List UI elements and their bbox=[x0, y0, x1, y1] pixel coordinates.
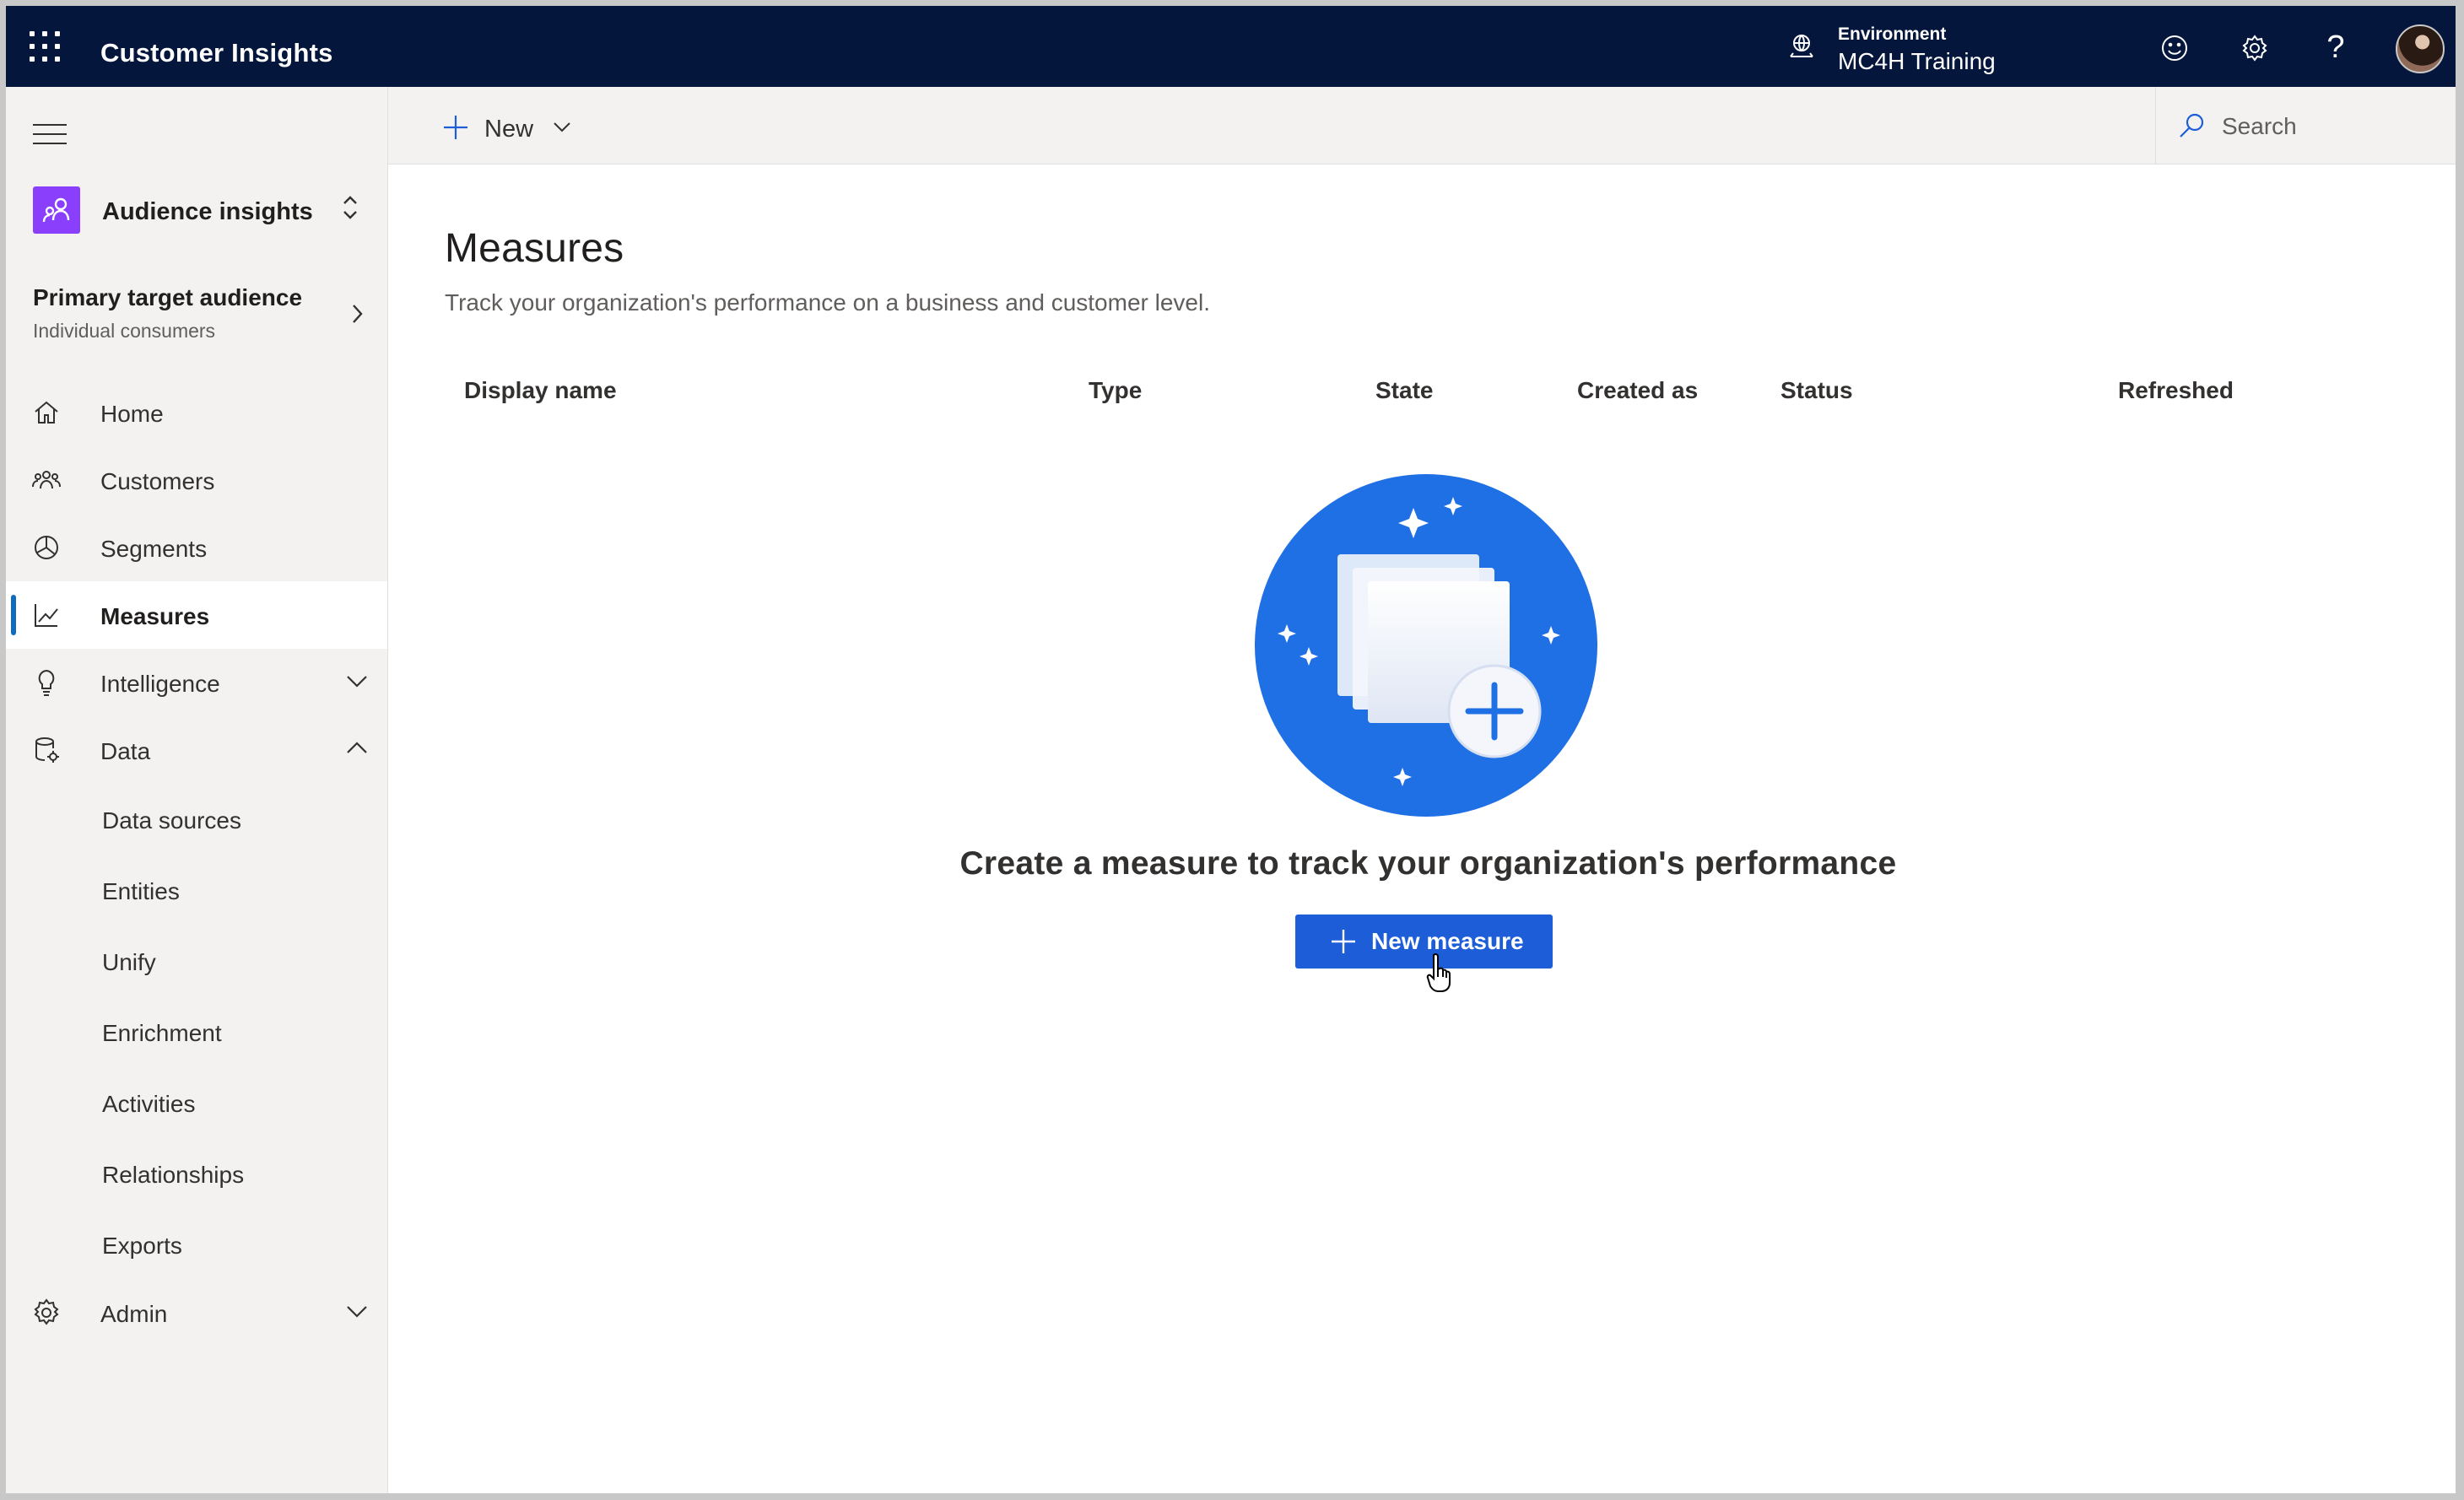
chevron-down-icon bbox=[347, 676, 367, 688]
sidebar-item-label: Measures bbox=[100, 603, 210, 629]
data-icon bbox=[35, 737, 59, 763]
sidebar-item-data[interactable]: Data bbox=[6, 716, 387, 784]
new-button[interactable]: New bbox=[442, 109, 577, 144]
new-measure-button[interactable]: New measure bbox=[1295, 915, 1553, 969]
sidebar-item-label: Data bbox=[100, 738, 151, 764]
empty-state-illustration bbox=[1255, 474, 1597, 817]
sidebar-item-home[interactable]: Home bbox=[6, 379, 387, 446]
page-title: Measures bbox=[445, 226, 624, 271]
sidebar-subitem-unify[interactable]: Unify bbox=[6, 927, 387, 995]
sidebar-subitem-exports[interactable]: Exports bbox=[6, 1211, 387, 1278]
sidebar-item-label: Customers bbox=[100, 468, 215, 494]
area-switcher[interactable]: Audience insights bbox=[33, 185, 379, 234]
command-bar: New Search bbox=[388, 87, 2456, 165]
waffle-icon[interactable] bbox=[30, 31, 60, 62]
gear-icon bbox=[34, 1298, 59, 1325]
search-input[interactable]: Search bbox=[2222, 113, 2297, 140]
sidebar-subitem-label: Exports bbox=[102, 1233, 182, 1259]
column-header-status[interactable]: Status bbox=[1780, 377, 1853, 404]
app-title[interactable]: Customer Insights bbox=[100, 38, 333, 68]
chevron-updown-icon bbox=[343, 196, 357, 219]
sidebar-item-label: Home bbox=[100, 401, 164, 427]
smile-icon[interactable] bbox=[2160, 34, 2189, 62]
environment-label[interactable]: Environment bbox=[1838, 24, 1946, 45]
sidebar-subitem-label: Activities bbox=[102, 1091, 196, 1117]
customers-icon bbox=[32, 471, 61, 489]
sidebar-item-customers[interactable]: Customers bbox=[6, 446, 387, 514]
column-header-type[interactable]: Type bbox=[1089, 377, 1142, 404]
sidebar-subitem-label: Unify bbox=[102, 949, 156, 975]
app-window: Customer Insights Environment MC4H Train… bbox=[6, 6, 2456, 1493]
sidebar-item-label: Admin bbox=[100, 1301, 168, 1327]
empty-state-title: Create a measure to track your organizat… bbox=[959, 845, 1897, 882]
page-description: Track your organization's performance on… bbox=[445, 289, 1210, 316]
home-icon bbox=[35, 401, 58, 424]
column-header-display-name[interactable]: Display name bbox=[464, 377, 617, 404]
search-icon bbox=[2180, 113, 2204, 138]
hamburger-icon[interactable] bbox=[33, 124, 67, 146]
sidebar-subitem-data-sources[interactable]: Data sources bbox=[6, 785, 387, 853]
plus-icon bbox=[1332, 930, 1355, 953]
sidebar-item-label: Segments bbox=[100, 536, 208, 562]
environment-name[interactable]: MC4H Training bbox=[1838, 48, 1996, 75]
measures-icon bbox=[35, 604, 58, 627]
sidebar-item-segments[interactable]: Segments bbox=[6, 514, 387, 581]
sidebar-item-label: Intelligence bbox=[100, 671, 220, 697]
column-header-state[interactable]: State bbox=[1375, 377, 1433, 404]
segments-icon bbox=[35, 536, 58, 559]
column-header-created-as[interactable]: Created as bbox=[1577, 377, 1698, 404]
chevron-down-icon bbox=[554, 122, 570, 132]
top-bar: Customer Insights Environment MC4H Train… bbox=[6, 6, 2456, 87]
search-box[interactable]: Search bbox=[2155, 87, 2456, 165]
sidebar-subitem-label: Entities bbox=[102, 878, 180, 904]
sidebar-item-admin[interactable]: Admin bbox=[6, 1279, 387, 1346]
sidebar-subitem-label: Enrichment bbox=[102, 1020, 222, 1046]
hand-cursor-icon bbox=[1426, 952, 1451, 992]
sidebar-subitem-label: Relationships bbox=[102, 1162, 245, 1188]
audience-selector[interactable]: Primary target audience Individual consu… bbox=[33, 284, 379, 352]
sidebar-item-intelligence[interactable]: Intelligence bbox=[6, 649, 387, 716]
audience-subtitle: Individual consumers bbox=[33, 320, 216, 342]
sidebar-subitem-label: Data sources bbox=[102, 807, 241, 834]
plus-icon bbox=[444, 116, 467, 139]
sidebar-item-measures[interactable]: Measures bbox=[6, 581, 387, 649]
help-icon[interactable]: ? bbox=[2321, 31, 2350, 63]
environment-icon bbox=[1790, 35, 1813, 57]
sidebar-subitem-activities[interactable]: Activities bbox=[6, 1069, 387, 1136]
audience-title: Primary target audience bbox=[33, 284, 303, 310]
chevron-up-icon bbox=[347, 742, 367, 753]
gear-icon[interactable] bbox=[2240, 34, 2269, 62]
sidebar-subitem-relationships[interactable]: Relationships bbox=[6, 1140, 387, 1207]
chevron-down-icon bbox=[347, 1306, 367, 1318]
avatar[interactable] bbox=[2396, 24, 2445, 73]
audience-insights-icon bbox=[33, 186, 80, 234]
sidebar: Audience insights Primary target audienc… bbox=[6, 87, 388, 1493]
lightbulb-icon bbox=[38, 669, 55, 696]
column-header-refreshed[interactable]: Refreshed bbox=[2118, 377, 2234, 404]
new-button-label: New bbox=[484, 116, 534, 143]
sidebar-subitem-enrichment[interactable]: Enrichment bbox=[6, 998, 387, 1066]
chevron-right-icon bbox=[353, 305, 363, 323]
sidebar-subitem-entities[interactable]: Entities bbox=[6, 856, 387, 924]
area-switcher-label: Audience insights bbox=[102, 198, 313, 225]
